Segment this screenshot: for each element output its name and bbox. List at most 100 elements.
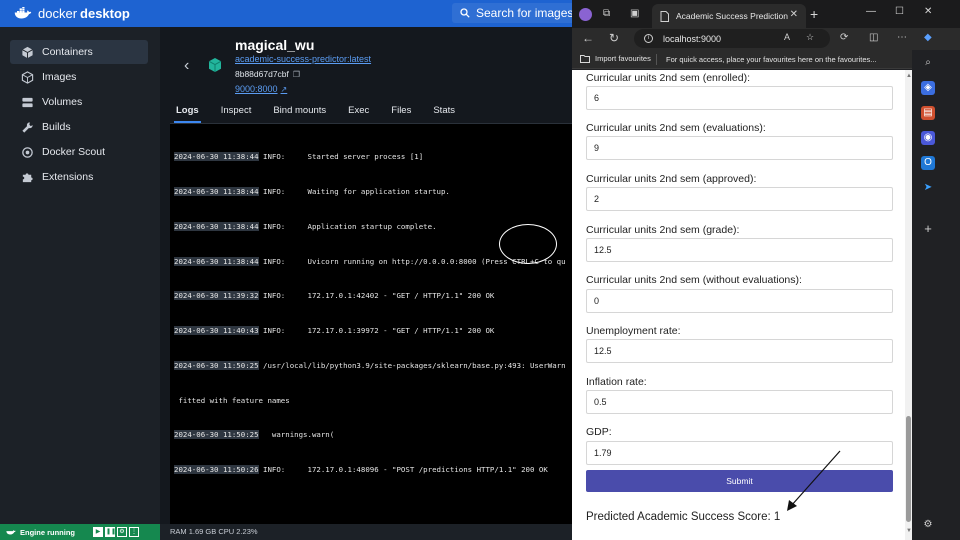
browser-tab[interactable]: Academic Success Prediction ✕: [652, 4, 806, 28]
sidebar-item-images[interactable]: Images: [10, 65, 148, 89]
images-icon: [20, 70, 34, 84]
log-line: 2024-06-30 11:50:25 warnings.warn(: [174, 429, 566, 441]
back-chevron-icon[interactable]: ‹: [184, 57, 189, 75]
tab-bind-mounts[interactable]: Bind mounts: [271, 103, 328, 123]
wrench-icon: [20, 120, 34, 134]
info-icon[interactable]: i: [644, 34, 653, 43]
field-input-gdp[interactable]: 1.79: [586, 441, 893, 465]
sidebar-item-docker-scout[interactable]: Docker Scout: [10, 140, 148, 164]
sidebar-item-builds[interactable]: Builds: [10, 115, 148, 139]
play-icon[interactable]: ▶: [93, 527, 103, 537]
close-icon[interactable]: ✕: [790, 9, 798, 20]
log-timestamp: 2024-06-30 11:38:44: [174, 152, 259, 162]
annotation-circle: [499, 224, 557, 264]
tab-inspect[interactable]: Inspect: [219, 103, 254, 123]
profile-avatar[interactable]: [579, 8, 592, 21]
field-input-without-evaluations[interactable]: 0: [586, 289, 893, 313]
container-header: ‹ magical_wu academic-success-predictor:…: [160, 27, 572, 97]
container-id: 8b88d67d7cbf ❐: [235, 69, 300, 79]
brand-desktop: desktop: [80, 6, 130, 21]
prediction-result: Predicted Academic Success Score: 1: [586, 511, 781, 523]
log-line: 2024-06-30 11:50:25 /usr/local/lib/pytho…: [174, 360, 566, 372]
field-input-inflation[interactable]: 0.5: [586, 390, 893, 414]
cube-icon: [20, 45, 34, 59]
field-label: Curricular units 2nd sem (approved):: [586, 173, 757, 185]
scout-icon: [20, 145, 34, 159]
brand-docker: docker: [38, 6, 78, 21]
port-text: 9000:8000: [235, 84, 278, 94]
container-image-link[interactable]: academic-success-predictor:latest: [235, 54, 371, 64]
sidebar-item-volumes[interactable]: Volumes: [10, 90, 148, 114]
log-lines: 2024-06-30 11:38:44 INFO: Started server…: [174, 128, 566, 499]
tab-actions-icon[interactable]: ▣: [630, 8, 639, 19]
send-icon[interactable]: ➤: [921, 181, 935, 195]
refresh-icon[interactable]: ↻: [609, 31, 619, 45]
page-scrollbar[interactable]: ▲ ▼: [905, 70, 912, 540]
minimize-icon[interactable]: —: [866, 6, 876, 17]
import-favourites[interactable]: Import favourites: [580, 54, 651, 63]
search-icon[interactable]: ⌕: [921, 56, 935, 70]
scroll-thumb[interactable]: [906, 416, 911, 522]
field-label: Inflation rate:: [586, 376, 647, 388]
sidebar-label: Volumes: [42, 96, 83, 108]
sidebar-item-extensions[interactable]: Extensions: [10, 165, 148, 189]
log-text: INFO: 172.17.0.1:48096 - "POST /predicti…: [258, 465, 548, 475]
field-input-evaluations[interactable]: 9: [586, 136, 893, 160]
engine-status-text: Engine running: [20, 527, 75, 537]
quick-access-hint: For quick access, place your favourites …: [666, 55, 877, 64]
copilot-icon[interactable]: ◆: [924, 32, 932, 43]
star-icon[interactable]: ☆: [806, 32, 814, 43]
scroll-down-icon[interactable]: ▼: [906, 528, 912, 534]
folder-icon: [580, 55, 590, 63]
favbar-divider: [656, 54, 657, 65]
menu-icon[interactable]: ⋯: [897, 32, 907, 43]
address-bar[interactable]: i localhost:9000 A ☆: [634, 29, 830, 48]
log-output[interactable]: 2024-06-30 11:38:44 INFO: Started server…: [170, 124, 572, 524]
field-label: Unemployment rate:: [586, 325, 681, 337]
tab-exec[interactable]: Exec: [346, 103, 371, 123]
log-line: 2024-06-30 11:50:26 INFO: 172.17.0.1:480…: [174, 464, 566, 476]
read-aloud-icon[interactable]: A: [784, 32, 790, 42]
more-icon[interactable]: ⋮: [129, 527, 139, 537]
outlook-icon[interactable]: O: [921, 156, 935, 170]
container-name: magical_wu: [235, 37, 315, 53]
field-input-approved[interactable]: 2: [586, 187, 893, 211]
back-arrow-icon[interactable]: ←: [582, 31, 594, 45]
tools-icon[interactable]: ▤: [921, 106, 935, 120]
settings-icon[interactable]: ⚙: [117, 527, 127, 537]
field-label: Curricular units 2nd sem (without evalua…: [586, 274, 802, 286]
container-id-text: 8b88d67d7cbf: [235, 69, 289, 79]
workspaces-icon[interactable]: ⧉: [603, 8, 610, 19]
submit-button[interactable]: Submit: [586, 470, 893, 492]
container-detail: ‹ magical_wu academic-success-predictor:…: [160, 27, 572, 524]
field-input-unemployment[interactable]: 12.5: [586, 339, 893, 363]
port-link[interactable]: 9000:8000 ↗: [235, 84, 287, 94]
tab-logs[interactable]: Logs: [174, 103, 201, 123]
maximize-icon[interactable]: ☐: [895, 6, 904, 17]
tab-stats[interactable]: Stats: [431, 103, 457, 123]
extensions-icon[interactable]: ⟳: [840, 32, 848, 43]
new-tab-icon[interactable]: +: [810, 6, 818, 22]
field-label: Curricular units 2nd sem (enrolled):: [586, 72, 750, 84]
log-timestamp: 2024-06-30 11:38:44: [174, 186, 259, 196]
external-link-icon: ↗: [280, 85, 288, 94]
page-viewport[interactable]: Curricular units 2nd sem (enrolled): 6 C…: [572, 70, 912, 540]
close-window-icon[interactable]: ✕: [924, 6, 932, 17]
log-text: INFO: Application startup complete.: [258, 221, 437, 231]
shopping-tag-icon[interactable]: ◈: [921, 81, 935, 95]
scroll-up-icon[interactable]: ▲: [906, 73, 912, 79]
sidebar-item-containers[interactable]: Containers: [10, 40, 148, 64]
field-input-grade[interactable]: 12.5: [586, 238, 893, 262]
sidebar: Containers Images Volumes Builds Docker …: [0, 27, 160, 524]
log-line: 2024-06-30 11:38:44 INFO: Started server…: [174, 151, 566, 163]
games-icon[interactable]: ◉: [921, 131, 935, 145]
pause-icon[interactable]: ❚❚: [105, 527, 116, 537]
favourites-bar: Import favourites For quick access, plac…: [572, 50, 912, 69]
field-input-enrolled[interactable]: 6: [586, 86, 893, 110]
settings-icon[interactable]: ⚙: [921, 518, 935, 532]
copy-icon[interactable]: ❐: [293, 70, 300, 79]
split-screen-icon[interactable]: ◫: [869, 32, 878, 43]
add-icon[interactable]: +: [921, 222, 935, 236]
browser-tabbar: ⧉ ▣ Academic Success Prediction ✕ + — ☐ …: [572, 0, 960, 28]
tab-files[interactable]: Files: [389, 103, 413, 123]
